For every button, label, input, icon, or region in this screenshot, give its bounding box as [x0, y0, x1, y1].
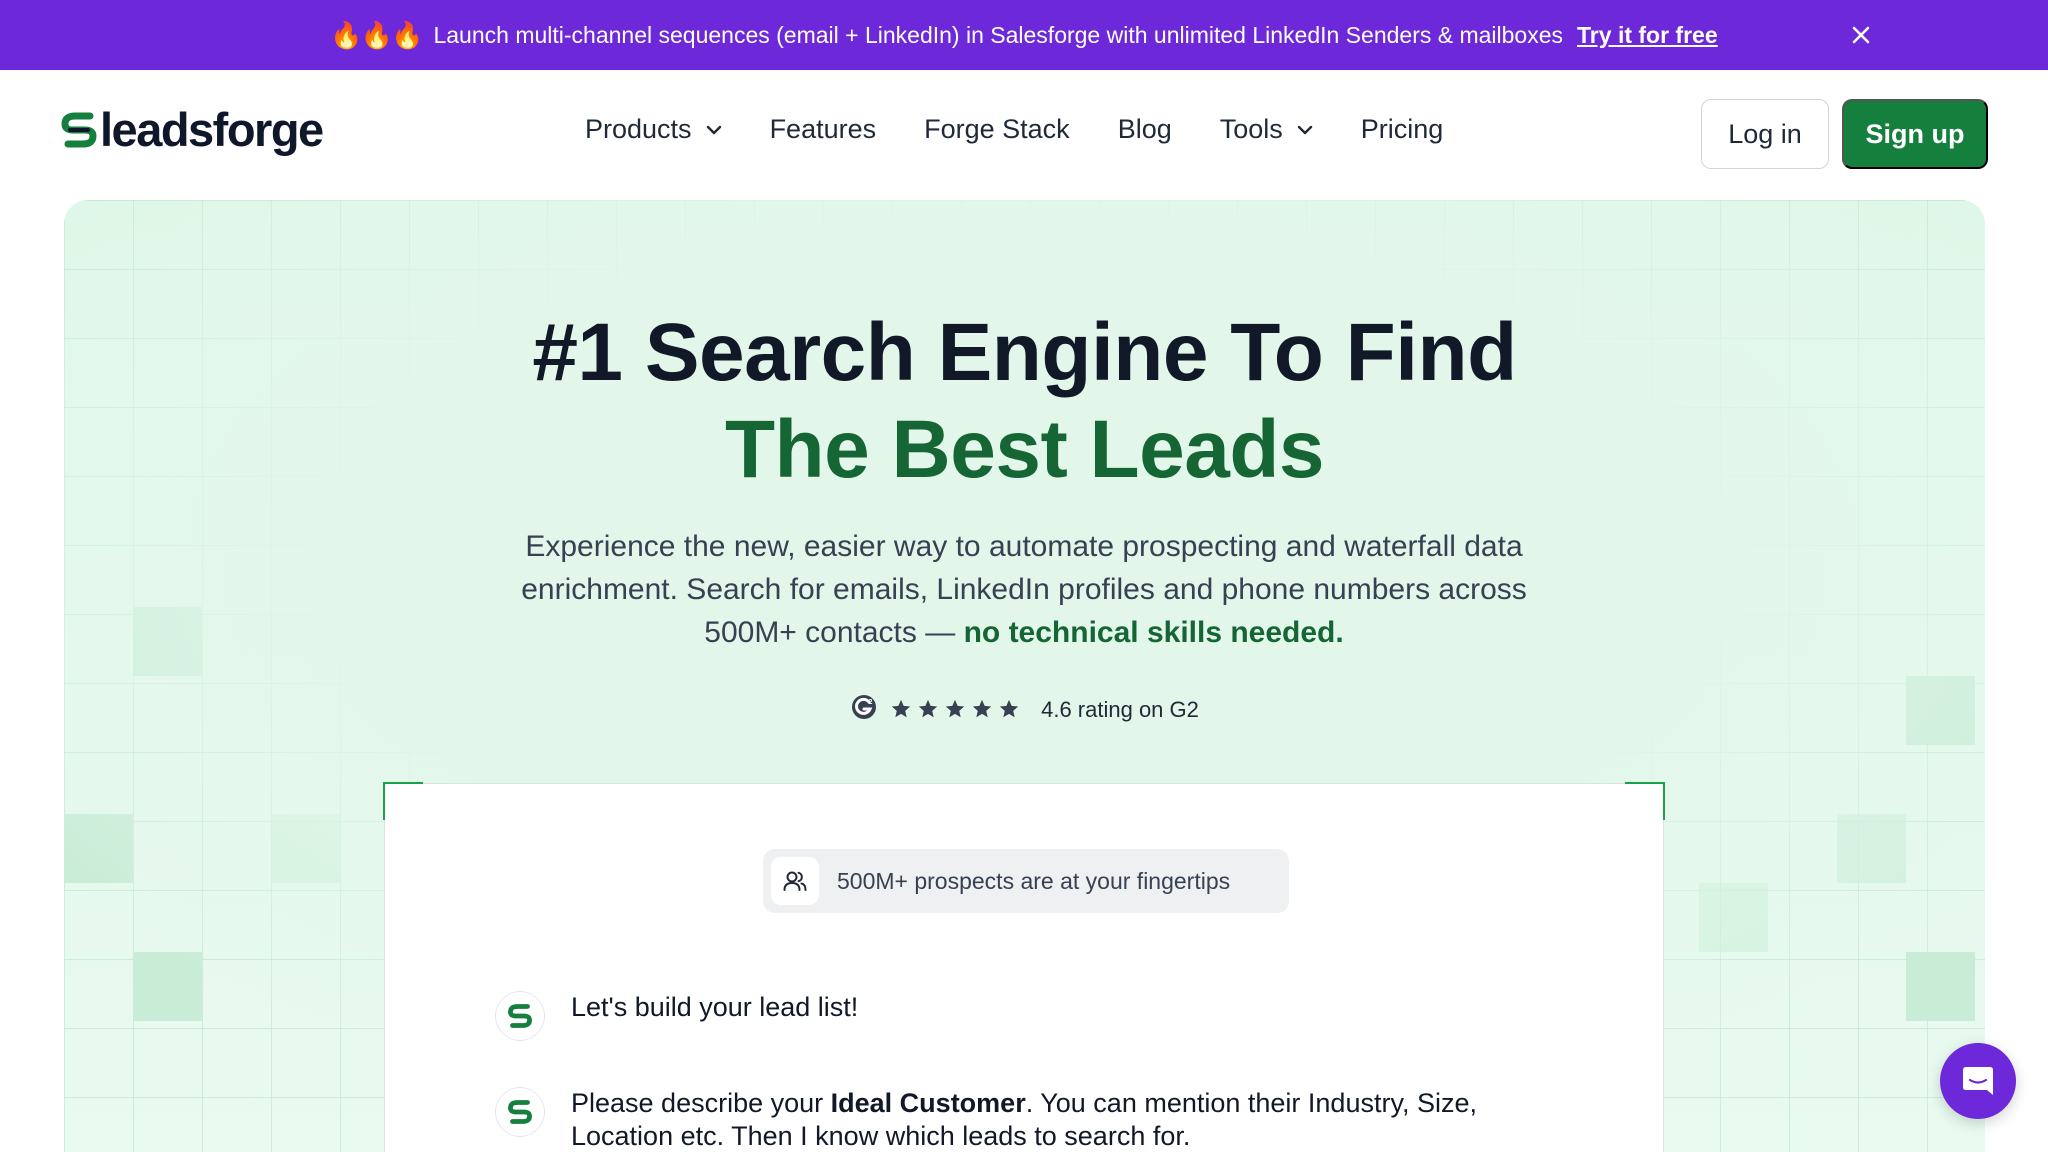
flames-emoji: 🔥🔥🔥 [330, 19, 423, 50]
nav-label: Products [585, 114, 692, 144]
g2-logo-icon: 2 [850, 693, 878, 727]
top-navigation: leadsforge Products Features Forge Stack… [0, 70, 2048, 200]
chevron-down-icon [1297, 125, 1313, 135]
nav-label: Pricing [1360, 114, 1444, 144]
g2-rating: 2 4.6 rating on G2 [64, 693, 1985, 727]
signup-button[interactable]: Sign up [1842, 99, 1988, 169]
nav-item-blog[interactable]: Blog [1118, 114, 1172, 145]
banner-text: Launch multi-channel sequences (email + … [433, 21, 1564, 48]
bot-avatar-icon [495, 1087, 545, 1137]
nav-item-tools[interactable]: Tools [1220, 114, 1313, 145]
star-icon [917, 698, 941, 722]
hero-subtitle: Experience the new, easier way to automa… [494, 525, 1554, 654]
announcement-banner: 🔥🔥🔥 Launch multi-channel sequences (emai… [0, 0, 2048, 70]
leadsforge-logo[interactable]: leadsforge [60, 102, 324, 157]
message-text: Please describe your Ideal Customer. You… [571, 1087, 1511, 1152]
logo-text: leadsforge [100, 103, 324, 156]
hero-title-line1: #1 Search Engine To Find [532, 307, 1517, 398]
star-rating [890, 698, 1025, 722]
login-button[interactable]: Log in [1701, 99, 1829, 169]
users-icon [771, 857, 819, 905]
star-icon [998, 698, 1022, 722]
chat-widget-button[interactable] [1940, 1043, 2016, 1119]
nav-label: Tools [1219, 114, 1283, 144]
nav-links: Products Features Forge Stack Blog Tools… [585, 114, 1491, 145]
star-icon [890, 698, 914, 722]
subtitle-emphasis: no technical skills needed. [963, 616, 1344, 649]
nav-item-features[interactable]: Features [770, 114, 877, 145]
card-corner-accent [1625, 782, 1665, 820]
nav-item-products[interactable]: Products [585, 114, 722, 145]
nav-item-pricing[interactable]: Pricing [1361, 114, 1444, 145]
hero-section: #1 Search Engine To Find The Best Leads … [64, 200, 1985, 1152]
nav-label: Features [769, 114, 877, 144]
message-prefix: Please describe your [571, 1088, 824, 1118]
bot-avatar-icon [495, 991, 545, 1041]
prospects-pill: 500M+ prospects are at your fingertips [763, 849, 1289, 913]
chevron-down-icon [706, 125, 722, 135]
nav-label: Forge Stack [924, 114, 1070, 144]
close-icon[interactable] [1846, 20, 1876, 50]
bot-message: Let's build your lead list! [495, 991, 858, 1041]
rating-text: 4.6 rating on G2 [1041, 697, 1199, 722]
message-text: Let's build your lead list! [571, 992, 859, 1022]
message-emphasis: Ideal Customer [830, 1088, 1026, 1118]
nav-item-forge-stack[interactable]: Forge Stack [924, 114, 1070, 145]
chat-bubble-icon [1963, 1067, 1993, 1095]
svg-text:2: 2 [869, 699, 873, 706]
hero-title-line2: The Best Leads [724, 404, 1325, 495]
star-icon [944, 698, 968, 722]
bot-message: Please describe your Ideal Customer. You… [495, 1087, 1511, 1152]
card-corner-accent [383, 782, 423, 820]
lead-builder-card: 500M+ prospects are at your fingertips L… [383, 782, 1665, 1152]
pill-text: 500M+ prospects are at your fingertips [837, 867, 1231, 894]
try-free-link[interactable]: Try it for free [1577, 22, 1718, 49]
logo-mark-icon [61, 112, 97, 147]
star-icon [971, 698, 995, 722]
nav-label: Blog [1117, 114, 1172, 144]
